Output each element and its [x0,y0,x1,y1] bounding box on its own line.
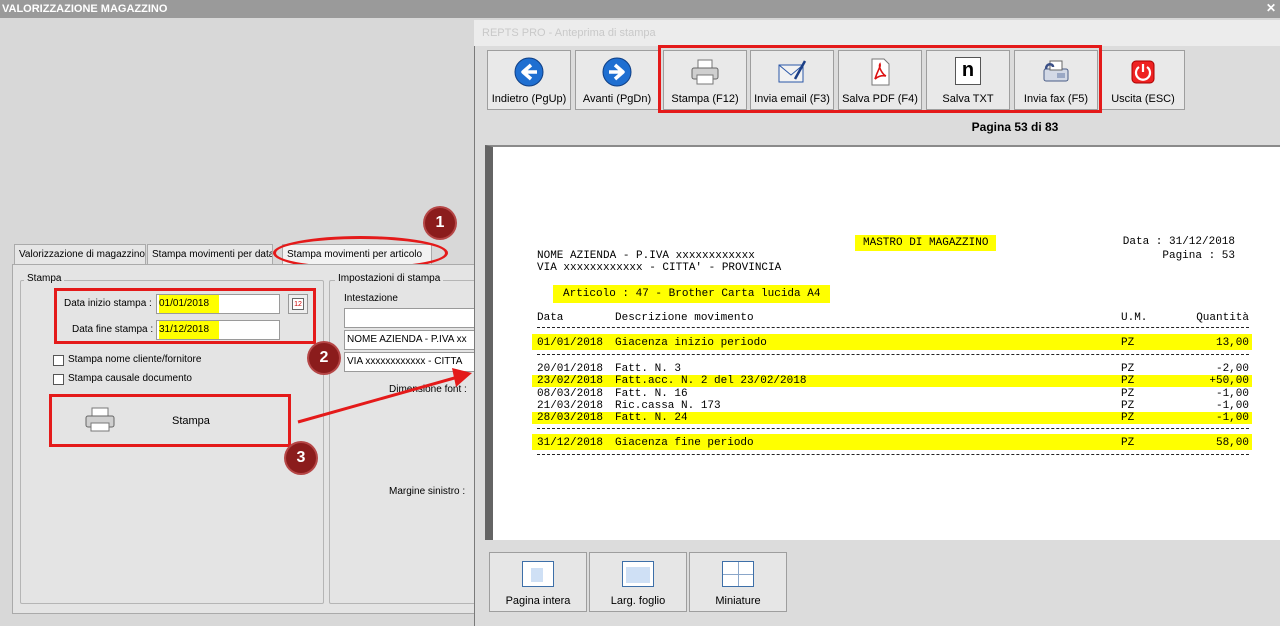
table-row-date: 20/01/2018 [537,363,604,375]
col-header-date: Data [537,312,564,324]
arrow-right-icon [602,57,632,87]
intestazione-line2[interactable]: NOME AZIENDA - P.IVA xx [344,330,476,350]
date-fields-highlight [54,288,316,344]
opening-qty: 13,00 [1215,337,1249,349]
closing-date: 31/12/2018 [537,437,604,449]
thumbnails-icon [722,561,754,587]
separator-line [537,354,1249,355]
tab-stampa-per-data[interactable]: Stampa movimenti per data [147,244,273,264]
table-row-qty: -2,00 [1215,363,1249,375]
table-row-um: PZ [1121,400,1135,412]
margine-sinistro-label: Margine sinistro : [389,486,466,497]
table-row-um: PZ [1121,388,1135,400]
printer-icon [85,407,115,432]
table-row-desc: Ric.cassa N. 173 [615,400,721,412]
report-article: Articolo : 47 - Brother Carta lucida A4 [553,285,831,303]
view-thumbnails-button[interactable]: Miniature [689,552,787,612]
col-header-um: U.M. [1121,312,1148,324]
view-full-page-button[interactable]: Pagina intera [489,552,587,612]
page-indicator: Pagina 53 di 83 [971,120,1059,134]
stampa-button[interactable]: Stampa [49,394,291,447]
annotation-badge-1: 1 [425,208,455,238]
intestazione-line1[interactable] [344,308,476,328]
stampa-button-label: Stampa [172,415,210,427]
forward-button[interactable]: Avanti (PgDn) [575,50,659,110]
table-row-um: PZ [1121,412,1135,424]
table-row-date: 08/03/2018 [537,388,604,400]
opening-um: PZ [1121,337,1135,349]
report-company-line2: VIA xxxxxxxxxxxx - CITTA' - PROVINCIA [537,262,782,274]
table-row-qty: +50,00 [1209,375,1249,387]
closing-qty: 58,00 [1215,437,1249,449]
export-buttons-highlight [658,45,1102,113]
chk-cliente[interactable] [53,355,64,366]
col-header-desc: Descrizione movimento [615,312,754,324]
table-row-date: 28/03/2018 [537,412,604,424]
view-full-page-label: Pagina intera [505,595,571,607]
separator-line [537,327,1249,328]
exit-button-label: Uscita (ESC) [1111,93,1175,105]
full-page-icon [522,561,554,587]
view-page-width-label: Larg. foglio [610,595,666,607]
view-page-width-button[interactable]: Larg. foglio [589,552,687,612]
impostazioni-group [329,280,481,604]
report-title: MASTRO DI MAGAZZINO [855,235,997,251]
power-icon [1131,60,1155,84]
closing-um: PZ [1121,437,1135,449]
separator-line [537,454,1249,455]
preview-window-title: REPTS PRO - Anteprima di stampa [474,20,1280,46]
table-row-desc: Fatt.acc. N. 2 del 23/02/2018 [615,375,807,387]
impostazioni-group-legend: Impostazioni di stampa [335,273,444,284]
back-button-label: Indietro (PgUp) [491,93,567,105]
col-header-qty: Quantità [1196,312,1249,324]
chk-causale-label: Stampa causale documento [68,373,192,384]
view-thumbnails-label: Miniature [715,595,761,607]
tab-valorizzazione[interactable]: Valorizzazione di magazzino [14,244,146,264]
report-date: Data : 31/12/2018 [1122,236,1235,248]
close-icon[interactable]: ✕ [1266,0,1276,16]
exit-button[interactable]: Uscita (ESC) [1101,50,1185,110]
back-button[interactable]: Indietro (PgUp) [487,50,571,110]
page-width-icon [622,561,654,587]
annotation-arrow [297,368,472,424]
table-row-qty: -1,00 [1215,412,1249,424]
table-row-date: 21/03/2018 [537,400,604,412]
intestazione-label: Intestazione [344,293,398,304]
report-company-line1: NOME AZIENDA - P.IVA xxxxxxxxxxxx [537,250,755,262]
arrow-left-icon [514,57,544,87]
table-row-desc: Fatt. N. 3 [615,363,682,375]
table-row-um: PZ [1121,363,1135,375]
opening-desc: Giacenza inizio periodo [615,337,767,349]
table-row-date: 23/02/2018 [537,375,604,387]
closing-desc: Giacenza fine periodo [615,437,754,449]
main-window-title: VALORIZZAZIONE MAGAZZINO [0,0,1280,18]
separator-line [537,428,1249,429]
forward-button-label: Avanti (PgDn) [582,93,652,105]
table-row-desc: Fatt. N. 24 [615,412,688,424]
chk-causale[interactable] [53,374,64,385]
opening-date: 01/01/2018 [537,337,604,349]
chk-cliente-label: Stampa nome cliente/fornitore [68,354,202,365]
table-row-qty: -1,00 [1215,388,1249,400]
stampa-group-legend: Stampa [24,273,65,284]
annotation-badge-3: 3 [286,443,316,473]
table-row-um: PZ [1121,375,1135,387]
table-row-desc: Fatt. N. 16 [615,388,688,400]
table-row-qty: -1,00 [1215,400,1249,412]
report-page-number: Pagina : 53 [1162,250,1235,262]
